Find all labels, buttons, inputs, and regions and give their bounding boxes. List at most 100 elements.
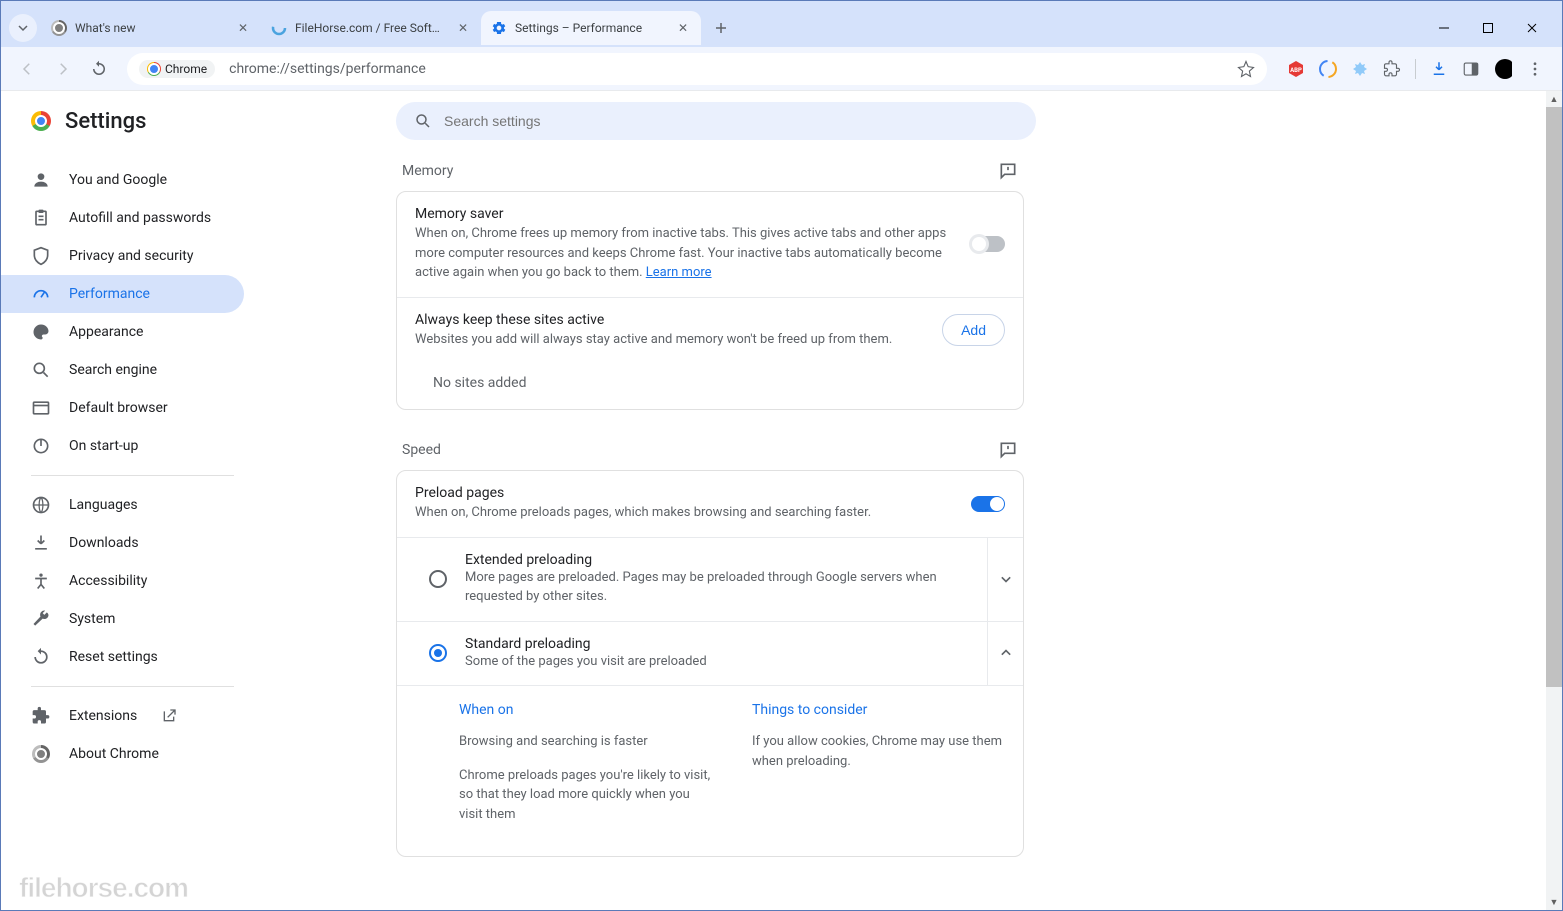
profile-avatar[interactable] — [1494, 60, 1512, 78]
search-settings[interactable] — [396, 102, 1036, 140]
preload-title: Preload pages — [415, 485, 953, 501]
close-icon[interactable]: ✕ — [455, 20, 471, 36]
divider — [31, 475, 234, 476]
preload-desc: When on, Chrome preloads pages, which ma… — [415, 503, 953, 523]
forward-button[interactable] — [49, 55, 77, 83]
sidebar-item-label: Extensions — [69, 708, 137, 724]
minimize-button[interactable] — [1422, 14, 1466, 42]
collapse-button[interactable] — [987, 622, 1023, 686]
sidebar-item-label: On start-up — [69, 438, 138, 454]
sidebar-item-label: Reset settings — [69, 649, 158, 665]
browser-menu-icon[interactable] — [1526, 60, 1544, 78]
memory-saver-toggle[interactable] — [971, 236, 1005, 252]
sidebar-item-search-engine[interactable]: Search engine — [1, 351, 244, 389]
sidebar-item-appearance[interactable]: Appearance — [1, 313, 244, 351]
sidebar-item-label: You and Google — [69, 172, 167, 188]
person-icon — [31, 170, 51, 190]
sidebar-item-you-and-google[interactable]: You and Google — [1, 161, 244, 199]
sidebar-item-autofill[interactable]: Autofill and passwords — [1, 199, 244, 237]
sidebar-item-downloads[interactable]: Downloads — [1, 524, 244, 562]
extension-icon[interactable] — [1351, 60, 1369, 78]
window-icon — [31, 398, 51, 418]
side-panel-icon[interactable] — [1462, 60, 1480, 78]
std-preload-details: When on Browsing and searching is faster… — [397, 685, 1023, 856]
sidebar-item-default-browser[interactable]: Default browser — [1, 389, 244, 427]
sidebar-item-extensions[interactable]: Extensions — [1, 697, 244, 735]
address-bar[interactable]: Chrome chrome://settings/performance — [127, 53, 1267, 85]
sidebar-item-system[interactable]: System — [1, 600, 244, 638]
when-on-heading: When on — [459, 702, 712, 718]
sidebar-item-accessibility[interactable]: Accessibility — [1, 562, 244, 600]
sidebar-item-on-startup[interactable]: On start-up — [1, 427, 244, 465]
sidebar: You and Google Autofill and passwords Pr… — [1, 91, 256, 910]
section-heading-speed: Speed — [402, 442, 441, 458]
reload-button[interactable] — [85, 55, 113, 83]
memory-saver-title: Memory saver — [415, 206, 953, 222]
ext-preload-title: Extended preloading — [465, 552, 969, 568]
scrollbar[interactable]: ▲ ▼ — [1546, 91, 1562, 910]
palette-icon — [31, 322, 51, 342]
std-preload-title: Standard preloading — [465, 636, 969, 652]
tab-filehorse[interactable]: FileHorse.com / Free Software ✕ — [261, 11, 481, 45]
learn-more-link[interactable]: Learn more — [646, 265, 712, 280]
radio-standard-preloading[interactable]: Standard preloading Some of the pages yo… — [397, 621, 1023, 686]
std-preload-desc: Some of the pages you visit are preloade… — [465, 652, 969, 672]
abp-extension-icon[interactable]: ABP — [1287, 60, 1305, 78]
svg-text:ABP: ABP — [1290, 67, 1302, 74]
feedback-icon[interactable] — [998, 440, 1018, 460]
search-input[interactable] — [444, 113, 1018, 129]
sidebar-item-label: Languages — [69, 497, 138, 513]
memory-card: Memory saver When on, Chrome frees up me… — [396, 191, 1024, 410]
watermark: filehorse.com — [19, 872, 188, 904]
tab-strip: What's new ✕ FileHorse.com / Free Softwa… — [1, 1, 1562, 47]
close-window-button[interactable] — [1510, 14, 1554, 42]
accessibility-icon — [31, 571, 51, 591]
scroll-down-arrow[interactable]: ▼ — [1546, 894, 1562, 910]
wrench-icon — [31, 609, 51, 629]
gear-icon — [491, 20, 507, 36]
extensions-row: ABP — [1281, 59, 1550, 79]
downloads-icon[interactable] — [1430, 60, 1448, 78]
tab-whats-new[interactable]: What's new ✕ — [41, 11, 261, 45]
sidebar-item-label: About Chrome — [69, 746, 159, 762]
expand-button[interactable] — [987, 538, 1023, 621]
sidebar-item-languages[interactable]: Languages — [1, 486, 244, 524]
close-icon[interactable]: ✕ — [235, 20, 251, 36]
sidebar-item-label: Appearance — [69, 324, 143, 340]
tab-settings[interactable]: Settings – Performance ✕ — [481, 11, 701, 45]
sidebar-item-label: Downloads — [69, 535, 139, 551]
extension-icon[interactable] — [1319, 60, 1337, 78]
tab-title: What's new — [75, 21, 227, 35]
divider — [31, 686, 234, 687]
always-active-desc: Websites you add will always stay active… — [415, 330, 924, 350]
feedback-icon[interactable] — [998, 161, 1018, 181]
extensions-puzzle-icon[interactable] — [1383, 60, 1401, 78]
speedometer-icon — [31, 284, 51, 304]
sidebar-item-performance[interactable]: Performance — [1, 275, 244, 313]
tab-search-button[interactable] — [9, 14, 37, 42]
sidebar-item-label: Autofill and passwords — [69, 210, 211, 226]
radio-extended-preloading[interactable]: Extended preloading More pages are prelo… — [397, 537, 1023, 621]
chrome-logo-icon — [31, 111, 51, 131]
clipboard-icon — [31, 208, 51, 228]
puzzle-icon — [31, 706, 51, 726]
back-button[interactable] — [13, 55, 41, 83]
shield-icon — [31, 246, 51, 266]
maximize-button[interactable] — [1466, 14, 1510, 42]
tab-title: FileHorse.com / Free Software — [295, 21, 447, 35]
bookmark-star-icon[interactable] — [1237, 60, 1255, 78]
add-button[interactable]: Add — [942, 314, 1005, 346]
when-on-2: Chrome preloads pages you're likely to v… — [459, 766, 712, 825]
scrollbar-thumb[interactable] — [1546, 107, 1562, 687]
close-icon[interactable]: ✕ — [675, 20, 691, 36]
page-title: Settings — [65, 109, 146, 134]
new-tab-button[interactable] — [707, 14, 735, 42]
sidebar-item-about-chrome[interactable]: About Chrome — [1, 735, 244, 773]
scroll-up-arrow[interactable]: ▲ — [1546, 91, 1562, 107]
main-content: Memory Memory saver When on, Chrome free… — [256, 91, 1562, 910]
sidebar-item-privacy[interactable]: Privacy and security — [1, 237, 244, 275]
when-on-1: Browsing and searching is faster — [459, 732, 712, 752]
search-icon — [31, 360, 51, 380]
sidebar-item-reset[interactable]: Reset settings — [1, 638, 244, 676]
preload-toggle[interactable] — [971, 496, 1005, 512]
